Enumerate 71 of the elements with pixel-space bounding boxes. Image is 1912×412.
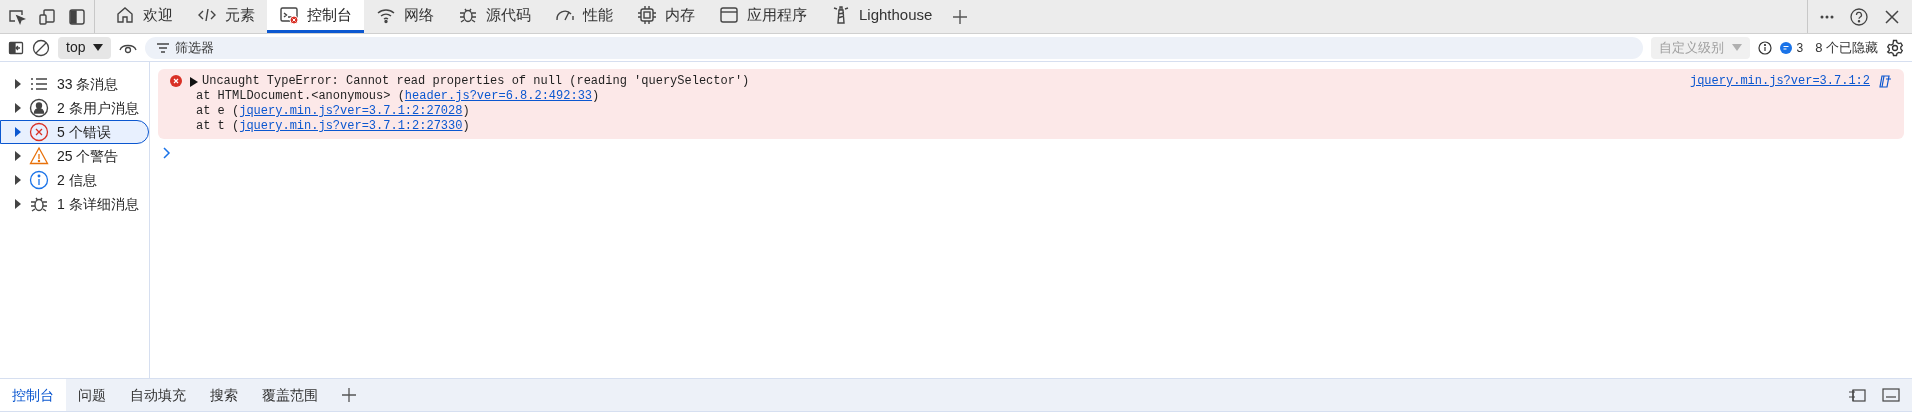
context-dropdown[interactable]: top	[58, 36, 112, 59]
sidebar-item[interactable]: 33 条消息	[0, 72, 149, 96]
help-icon[interactable]	[1850, 7, 1868, 26]
panel-tab[interactable]: 网络	[364, 0, 446, 33]
sidebar-item[interactable]: 25 个警告	[0, 144, 149, 168]
user-icon	[29, 98, 49, 118]
inspect-icon[interactable]	[8, 7, 26, 26]
panel-tab[interactable]: 控制台	[267, 0, 364, 33]
sidebar-toggle-icon[interactable]	[8, 39, 24, 56]
sidebar-item[interactable]: 2 信息	[0, 168, 149, 192]
expand-icon	[15, 103, 21, 113]
caret-icon	[1732, 44, 1743, 51]
more-icon[interactable]	[1820, 14, 1834, 19]
dock-layout-icon[interactable]	[1848, 388, 1866, 402]
expand-icon	[15, 127, 21, 137]
warning-icon	[29, 146, 49, 166]
sidebar-item[interactable]: 5 个错误	[0, 120, 149, 144]
drawer-tab[interactable]: 问题	[66, 379, 118, 411]
hidden-count: 8 个已隐藏	[1815, 38, 1878, 57]
drawer-tab[interactable]: 覆盖范围	[250, 379, 330, 411]
device-icon[interactable]	[38, 7, 56, 26]
panel-tab[interactable]: 欢迎	[103, 0, 185, 33]
panel-tab[interactable]: 内存	[625, 0, 707, 33]
lighthouse-icon	[831, 5, 851, 25]
prompt-icon[interactable]	[163, 147, 171, 159]
clear-icon[interactable]	[32, 38, 50, 57]
filter-field[interactable]: 筛选器	[145, 36, 1644, 59]
expand-icon	[15, 199, 21, 209]
chip-icon	[637, 5, 657, 25]
panel-tab[interactable]: 应用程序	[707, 0, 819, 33]
stack-frame-end: )	[462, 104, 470, 118]
panel-tab[interactable]: 元素	[185, 0, 267, 33]
source-link[interactable]: jquery.min.js?ver=3.7.1:2:27330	[239, 119, 463, 133]
filter-icon	[157, 42, 170, 53]
stack-frame: at HTMLDocument.<anonymous> (	[196, 89, 405, 103]
panel-tab[interactable]: 源代码	[446, 0, 543, 33]
add-tab-icon[interactable]	[342, 388, 356, 402]
info-icon	[29, 170, 49, 190]
caret-icon	[93, 44, 104, 51]
home-icon	[115, 5, 135, 25]
expand-icon[interactable]	[190, 76, 198, 87]
error-icon	[170, 75, 182, 87]
panel-icon[interactable]	[1882, 388, 1900, 402]
sidebar-item[interactable]: 2 条用户消息	[0, 96, 149, 120]
stack-frame-end: )	[462, 119, 470, 133]
dock-icon[interactable]	[68, 7, 86, 26]
source-link[interactable]: header.js?ver=6.8.2:492:33	[404, 89, 593, 103]
issues-icon[interactable]	[1780, 41, 1793, 54]
close-icon[interactable]	[1884, 8, 1900, 25]
stack-frame: at e (	[196, 104, 240, 118]
sidebar-item[interactable]: 1 条详细消息	[0, 192, 149, 216]
window-icon	[719, 5, 739, 25]
stack-frame: at t (	[196, 119, 240, 133]
source-link[interactable]: jquery.min.js?ver=3.7.1:2	[1689, 74, 1870, 89]
add-tab-icon[interactable]	[952, 8, 969, 25]
drawer-tab[interactable]: 控制台	[0, 379, 66, 411]
panel-tab[interactable]: 性能	[543, 0, 625, 33]
panel-tab[interactable]: Lighthouse	[819, 0, 945, 33]
settings-icon[interactable]	[1886, 38, 1904, 57]
drawer-tab[interactable]: 搜索	[198, 379, 250, 411]
error-text: Uncaught TypeError: Cannot read properties of null (reading 'querySelector')	[202, 74, 750, 89]
drawer-tab[interactable]: 自动填充	[118, 379, 198, 411]
expand-icon	[15, 79, 21, 89]
expand-icon	[15, 175, 21, 185]
source-link[interactable]: jquery.min.js?ver=3.7.1:2:27028	[239, 104, 463, 118]
expand-icon	[15, 151, 21, 161]
info-icon	[1758, 40, 1773, 55]
error-icon	[29, 122, 49, 142]
console-icon	[279, 5, 299, 25]
stack-frame-end: )	[592, 89, 600, 103]
issues-count: 3	[1796, 39, 1804, 57]
